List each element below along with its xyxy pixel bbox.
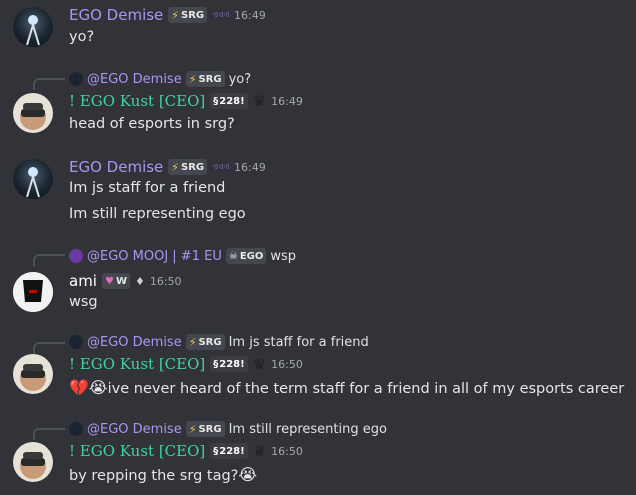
reply-author[interactable]: @EGO Demise bbox=[87, 72, 182, 87]
s-icon: § bbox=[213, 445, 219, 457]
reply-text: Im js staff for a friend bbox=[228, 334, 369, 350]
message-1[interactable]: EGO Demise ⚡ SRG ଏଏଏ 16:49 yo? bbox=[0, 0, 636, 60]
crying-face-icon: 😭 bbox=[238, 465, 258, 484]
guild-badge: § 228! bbox=[210, 93, 248, 109]
message-6[interactable]: @EGO Demise ⚡ SRG Im still representing e… bbox=[0, 416, 636, 495]
reply-spine bbox=[33, 254, 65, 266]
pin-icon: ♦ bbox=[134, 274, 145, 288]
server-tag: ⚡ SRG bbox=[185, 334, 225, 350]
avatar[interactable] bbox=[13, 272, 53, 312]
heart-icon: ♥ bbox=[104, 275, 114, 287]
timestamp: 16:50 bbox=[149, 274, 182, 288]
message-text: yo? bbox=[69, 29, 95, 45]
message-3[interactable]: EGO Demise ⚡ SRG ଏଏଏ 16:49 Im js staff fo… bbox=[0, 152, 636, 232]
message-line: 💔😭ive never heard of the term staff for … bbox=[69, 378, 624, 397]
author-name[interactable]: ! EGO Kust [CEO] bbox=[69, 355, 205, 373]
server-tag: ☠ EGO bbox=[225, 248, 267, 264]
message-text: by repping the srg tag? bbox=[69, 468, 239, 484]
lightning-icon: ⚡ bbox=[188, 422, 197, 436]
reply-preview[interactable]: @EGO MOOJ | #1 EU ☠ EGO wsp bbox=[69, 248, 296, 264]
skull-icon: ☠ bbox=[228, 250, 238, 262]
reply-text: yo? bbox=[228, 71, 252, 87]
message-line: by repping the srg tag?😭 bbox=[69, 465, 257, 484]
author-name[interactable]: ! EGO Kust [CEO] bbox=[69, 442, 205, 460]
avatar[interactable] bbox=[13, 354, 53, 394]
crying-face-icon: 😭 bbox=[88, 378, 108, 397]
message-2[interactable]: @EGO Demise ⚡ SRG yo? ! EGO Kust [CEO] § 2… bbox=[0, 68, 636, 138]
message-text: ive never heard of the term staff for a … bbox=[107, 381, 625, 397]
avatar[interactable] bbox=[13, 93, 53, 133]
message-text: Im js staff for a friend bbox=[69, 180, 226, 196]
reply-author[interactable]: @EGO MOOJ | #1 EU bbox=[87, 249, 222, 264]
avatar[interactable] bbox=[13, 442, 53, 482]
reply-spine bbox=[33, 342, 65, 354]
avatar[interactable] bbox=[13, 159, 53, 199]
author-name[interactable]: EGO Demise bbox=[69, 158, 163, 176]
lightning-icon: ⚡ bbox=[188, 335, 197, 349]
author-name[interactable]: ami bbox=[69, 272, 97, 290]
reply-avatar bbox=[69, 249, 83, 263]
crown-icon: ♛ bbox=[252, 442, 267, 460]
reply-text: wsp bbox=[270, 248, 297, 264]
crown-icon: ♛ bbox=[252, 355, 267, 373]
reply-author[interactable]: @EGO Demise bbox=[87, 422, 182, 437]
timestamp: 16:49 bbox=[271, 94, 303, 108]
lightning-icon: ⚡ bbox=[171, 8, 180, 22]
message-text: head of esports in srg? bbox=[69, 116, 235, 132]
reply-text: Im still representing ego bbox=[228, 421, 387, 437]
s-icon: § bbox=[213, 95, 219, 107]
reply-avatar bbox=[69, 422, 83, 436]
reply-preview[interactable]: @EGO Demise ⚡ SRG Im js staff for a frien… bbox=[69, 334, 369, 350]
message-5[interactable]: @EGO Demise ⚡ SRG Im js staff for a frien… bbox=[0, 330, 636, 406]
reply-preview[interactable]: @EGO Demise ⚡ SRG yo? bbox=[69, 71, 251, 87]
message-text: wsg bbox=[69, 294, 98, 310]
reply-avatar bbox=[69, 335, 83, 349]
reply-spine bbox=[33, 428, 65, 440]
message-4[interactable]: @EGO MOOJ | #1 EU ☠ EGO wsp ami ♥ W ♦ 16:5… bbox=[0, 244, 636, 314]
avatar[interactable] bbox=[13, 7, 53, 47]
guild-badge: § 228! bbox=[210, 443, 248, 459]
reply-avatar bbox=[69, 72, 83, 86]
reply-spine bbox=[33, 78, 65, 90]
crown-icon: ♛ bbox=[252, 92, 267, 110]
s-icon: § bbox=[213, 358, 219, 370]
message-text: Im still representing ego bbox=[69, 206, 246, 222]
author-name[interactable]: EGO Demise bbox=[69, 6, 163, 24]
timestamp: 16:50 bbox=[271, 444, 303, 458]
timestamp: 16:50 bbox=[271, 357, 303, 371]
author-name[interactable]: ! EGO Kust [CEO] bbox=[69, 92, 205, 110]
broken-heart-icon: 💔 bbox=[69, 378, 89, 397]
lightning-icon: ⚡ bbox=[188, 72, 197, 86]
name-decoration: ଏଏଏ bbox=[212, 162, 230, 171]
name-decoration: ଏଏଏ bbox=[212, 10, 230, 19]
server-tag: ⚡ SRG bbox=[185, 421, 225, 437]
guild-badge: ♥ W bbox=[101, 273, 130, 289]
timestamp: 16:49 bbox=[234, 8, 266, 22]
guild-badge: § 228! bbox=[210, 356, 248, 372]
timestamp: 16:49 bbox=[234, 160, 266, 174]
server-tag: ⚡ SRG bbox=[185, 71, 225, 87]
lightning-icon: ⚡ bbox=[171, 160, 180, 174]
reply-author[interactable]: @EGO Demise bbox=[87, 335, 182, 350]
server-tag[interactable]: ⚡ SRG bbox=[168, 159, 208, 175]
reply-preview[interactable]: @EGO Demise ⚡ SRG Im still representing e… bbox=[69, 421, 387, 437]
server-tag[interactable]: ⚡ SRG bbox=[168, 7, 208, 23]
